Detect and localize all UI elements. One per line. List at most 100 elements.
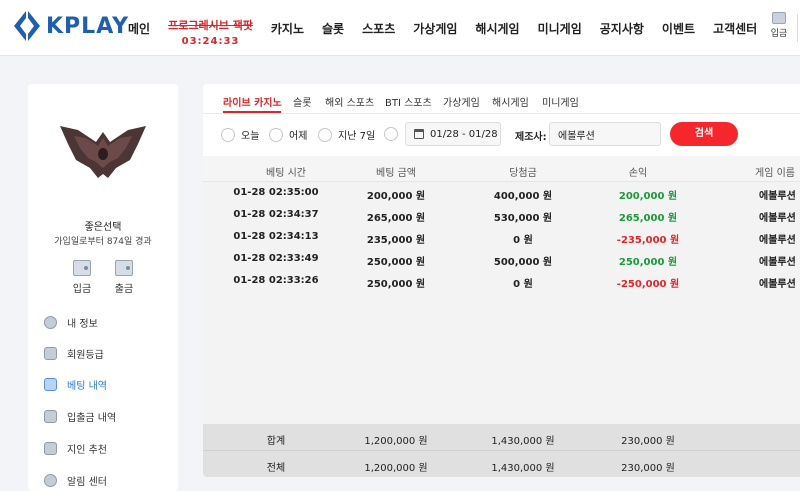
totals-bet-amount: 1,200,000 원 <box>364 463 428 474</box>
nav-event[interactable]: 이벤트 <box>662 0 695 37</box>
heart-icon <box>44 442 57 455</box>
column-header-winnings: 당첨금 <box>509 168 537 179</box>
cell-bet-time: 01-28 02:33:49 <box>233 253 319 264</box>
tab-slot[interactable]: 슬롯 <box>293 94 311 109</box>
sidebar-item-label: 베팅 내역 <box>67 381 107 392</box>
totals-row-overall: 전체 1,200,000 원 1,430,000 원 230,000 원 <box>203 451 800 477</box>
withdraw-label: 출금 <box>114 284 134 295</box>
nav-sports[interactable]: 스포츠 <box>362 0 395 37</box>
nav-support[interactable]: 고객센터 <box>713 0 757 37</box>
sidebar-withdraw-button[interactable]: 출금 <box>104 260 144 295</box>
search-button[interactable]: 검색 <box>670 122 738 146</box>
main-nav: 메인 프로그레시브 잭팟 03:24:33 카지노 슬롯 스포츠 가상게임 해시… <box>128 0 775 56</box>
radio-today[interactable]: 오늘 <box>221 127 259 142</box>
cell-bet-time: 01-28 02:33:26 <box>233 275 319 286</box>
badge-icon <box>44 347 57 360</box>
tab-mini-game[interactable]: 미니게임 <box>542 94 579 109</box>
table-row: 01-28 02:35:00 200,000 원 400,000 원 200,0… <box>203 182 800 204</box>
nav-progressive-jackpot[interactable]: 프로그레시브 잭팟 03:24:33 <box>168 0 253 47</box>
totals-row-subtotal: 합계 1,200,000 원 1,430,000 원 230,000 원 <box>203 424 800 450</box>
cell-winnings: 400,000 원 <box>493 191 553 202</box>
message-icon <box>44 474 57 487</box>
cell-bet-time: 01-28 02:35:00 <box>233 187 319 198</box>
tab-hash-game[interactable]: 해시게임 <box>492 94 529 109</box>
sidebar-item-betting-history[interactable]: 베팅 내역 <box>44 377 107 392</box>
wallet-icon <box>44 410 57 423</box>
cell-game-name: 에볼루션 <box>759 279 796 290</box>
logo-icon <box>14 11 40 41</box>
tab-live-casino[interactable]: 라이브 카지노 <box>223 94 282 109</box>
column-header-game-name: 게임 이름 <box>755 168 795 179</box>
totals-label: 합계 <box>266 436 286 447</box>
kplay-logo[interactable]: KPLAY <box>12 8 129 44</box>
table-row: 01-28 02:34:13 235,000 원 0 원 -235,000 원 … <box>203 226 800 248</box>
radio-label: 어제 <box>289 131 308 142</box>
sidebar-item-transaction-history[interactable]: 입출금 내역 <box>44 409 116 424</box>
nav-casino[interactable]: 카지노 <box>271 0 304 37</box>
user-name: 좋은선택 <box>84 222 122 233</box>
cell-bet-amount: 200,000 원 <box>366 191 426 202</box>
nav-main[interactable]: 메인 <box>128 0 150 37</box>
filter-bar: 오늘 어제 지난 7일 01/28 - 01/28 제조사: 에볼루션 검색 <box>203 114 800 154</box>
sidebar-deposit-button[interactable]: 입금 <box>62 260 102 295</box>
nav-hash-game[interactable]: 해시게임 <box>475 0 519 37</box>
logo-text: KPLAY <box>46 13 130 39</box>
cell-bet-time: 01-28 02:34:13 <box>233 231 319 242</box>
radio-custom-range[interactable] <box>384 127 398 141</box>
cell-profit-loss: 265,000 원 <box>618 213 678 224</box>
promo-title: 프로그레시브 잭팟 <box>168 19 253 32</box>
sidebar-item-referral[interactable]: 지인 추천 <box>44 441 107 456</box>
nav-virtual-game[interactable]: 가상게임 <box>413 0 457 37</box>
nav-slot[interactable]: 슬롯 <box>322 0 344 37</box>
column-header-bet-time: 베팅 시간 <box>266 168 306 179</box>
promo-countdown: 03:24:33 <box>181 36 240 47</box>
active-tab-indicator <box>223 111 281 113</box>
maker-select[interactable]: 에볼루션 <box>549 122 661 146</box>
radio-circle <box>221 127 235 142</box>
table-header: 베팅 시간 베팅 금액 당첨금 손익 게임 이름 <box>203 156 800 182</box>
cell-bet-time: 01-28 02:34:37 <box>233 209 319 220</box>
date-range-value: 01/28 - 01/28 <box>430 128 498 140</box>
calendar-icon <box>414 129 424 139</box>
date-range-picker[interactable]: 01/28 - 01/28 <box>405 122 501 146</box>
totals-winnings: 1,430,000 원 <box>491 463 555 474</box>
tab-bti-sports[interactable]: BTI 스포츠 <box>385 94 432 109</box>
user-icon <box>44 316 57 329</box>
table-row: 01-28 02:33:49 250,000 원 500,000 원 250,0… <box>203 248 800 270</box>
sidebar-item-notifications[interactable]: 알림 센터 <box>44 473 107 488</box>
totals-profit-loss: 230,000 원 <box>621 436 675 447</box>
sidebar-item-label: 알림 센터 <box>67 477 107 488</box>
cell-bet-amount: 235,000 원 <box>366 235 426 246</box>
radio-circle <box>269 127 283 142</box>
sidebar-item-my-info[interactable]: 내 정보 <box>44 315 98 330</box>
radio-yesterday[interactable]: 어제 <box>269 127 307 142</box>
totals-label: 전체 <box>266 463 286 474</box>
betting-history-panel: 라이브 카지노 슬롯 해외 스포츠 BTI 스포츠 가상게임 해시게임 미니게임… <box>203 84 800 477</box>
radio-last-7-days[interactable]: 지난 7일 <box>318 127 375 142</box>
header-deposit-button[interactable]: 입금 <box>766 12 792 39</box>
top-header: KPLAY 메인 프로그레시브 잭팟 03:24:33 카지노 슬롯 스포츠 가… <box>0 0 800 56</box>
column-header-profit-loss: 손익 <box>628 168 648 179</box>
sidebar: 좋은선택 가입일로부터 874일 경과 입금 출금 내 정보 회원등급 베팅 내… <box>28 84 178 491</box>
cell-bet-amount: 250,000 원 <box>366 279 426 290</box>
deposit-label: 입금 <box>72 284 92 295</box>
tab-overseas-sports[interactable]: 해외 스포츠 <box>325 94 374 109</box>
cell-game-name: 에볼루션 <box>759 235 796 246</box>
maker-label: 제조사: <box>515 132 547 143</box>
cell-game-name: 에볼루션 <box>759 257 796 268</box>
user-join-days: 가입일로부터 874일 경과 <box>54 237 152 247</box>
cell-profit-loss: 200,000 원 <box>618 191 678 202</box>
cell-bet-amount: 250,000 원 <box>366 257 426 268</box>
cell-winnings: 530,000 원 <box>493 213 553 224</box>
nav-mini-game[interactable]: 미니게임 <box>538 0 582 37</box>
nav-notice[interactable]: 공지사항 <box>600 0 644 37</box>
radio-circle <box>384 127 398 141</box>
withdraw-wallet-icon <box>115 260 133 276</box>
list-icon <box>44 378 57 391</box>
cell-game-name: 에볼루션 <box>759 213 796 224</box>
deposit-wallet-icon <box>73 260 91 276</box>
sidebar-item-member-level[interactable]: 회원등급 <box>44 346 104 361</box>
totals-section: 합계 1,200,000 원 1,430,000 원 230,000 원 전체 … <box>203 424 800 477</box>
radio-label: 지난 7일 <box>338 131 376 142</box>
tab-virtual-game[interactable]: 가상게임 <box>443 94 480 109</box>
